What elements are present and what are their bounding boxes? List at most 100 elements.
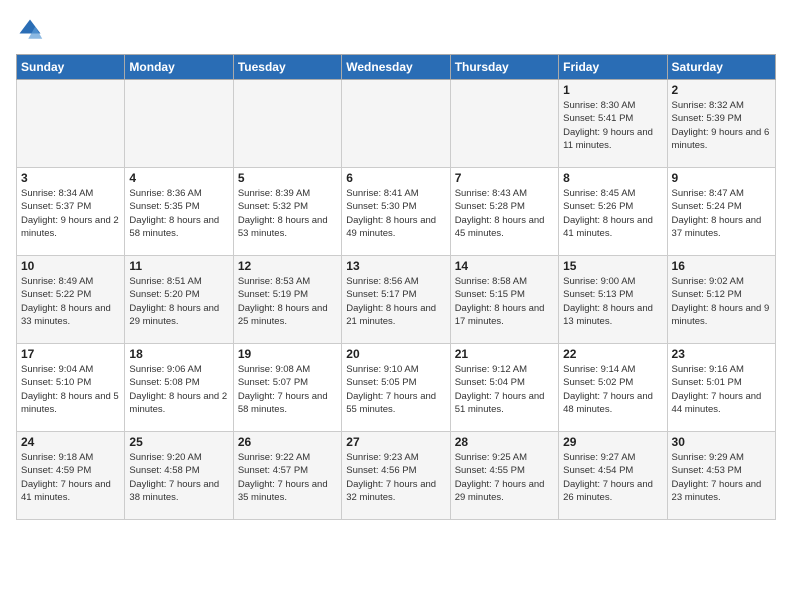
- day-number: 4: [129, 171, 228, 185]
- day-number: 9: [672, 171, 771, 185]
- calendar-cell: 28Sunrise: 9:25 AM Sunset: 4:55 PM Dayli…: [450, 432, 558, 520]
- day-number: 25: [129, 435, 228, 449]
- calendar-cell: 11 Sunrise: 8:51 AM Sunset: 5:20 PM Dayli…: [125, 256, 233, 344]
- header-saturday: Saturday: [667, 55, 775, 80]
- day-info: Sunrise: 8:39 AM Sunset: 5:32 PM Dayligh…: [238, 187, 337, 240]
- day-number: 28: [455, 435, 554, 449]
- calendar-cell: 14 Sunrise: 8:58 AM Sunset: 5:15 PM Dayli…: [450, 256, 558, 344]
- day-info: Sunrise: 9:23 AM Sunset: 4:56 PM Dayligh…: [346, 451, 445, 504]
- day-info: Sunrise: 9:02 AM Sunset: 5:12 PM Dayligh…: [672, 275, 771, 328]
- calendar-week-2: 3 Sunrise: 8:34 AM Sunset: 5:37 PM Daylig…: [17, 168, 776, 256]
- day-info: Sunrise: 9:18 AM Sunset: 4:59 PM Dayligh…: [21, 451, 120, 504]
- calendar-cell: 23 Sunrise: 9:16 AM Sunset: 5:01 PM Dayli…: [667, 344, 775, 432]
- day-number: 24: [21, 435, 120, 449]
- day-number: 3: [21, 171, 120, 185]
- day-info: Sunrise: 9:12 AM Sunset: 5:04 PM Dayligh…: [455, 363, 554, 416]
- calendar-cell: 29Sunrise: 9:27 AM Sunset: 4:54 PM Dayli…: [559, 432, 667, 520]
- calendar-cell: [233, 80, 341, 168]
- day-number: 7: [455, 171, 554, 185]
- day-number: 18: [129, 347, 228, 361]
- calendar-cell: 25Sunrise: 9:20 AM Sunset: 4:58 PM Dayli…: [125, 432, 233, 520]
- calendar-cell: 16 Sunrise: 9:02 AM Sunset: 5:12 PM Dayli…: [667, 256, 775, 344]
- calendar-table: SundayMondayTuesdayWednesdayThursdayFrid…: [16, 54, 776, 520]
- calendar-cell: 17Sunrise: 9:04 AM Sunset: 5:10 PM Dayli…: [17, 344, 125, 432]
- day-info: Sunrise: 8:30 AM Sunset: 5:41 PM Dayligh…: [563, 99, 662, 152]
- calendar-cell: 18 Sunrise: 9:06 AM Sunset: 5:08 PM Dayli…: [125, 344, 233, 432]
- logo: [16, 16, 48, 44]
- day-number: 26: [238, 435, 337, 449]
- day-info: Sunrise: 9:00 AM Sunset: 5:13 PM Dayligh…: [563, 275, 662, 328]
- calendar-cell: [17, 80, 125, 168]
- day-number: 15: [563, 259, 662, 273]
- day-number: 5: [238, 171, 337, 185]
- header-monday: Monday: [125, 55, 233, 80]
- day-info: Sunrise: 8:34 AM Sunset: 5:37 PM Dayligh…: [21, 187, 120, 240]
- day-number: 21: [455, 347, 554, 361]
- day-number: 11: [129, 259, 228, 273]
- day-info: Sunrise: 9:14 AM Sunset: 5:02 PM Dayligh…: [563, 363, 662, 416]
- calendar-cell: 9 Sunrise: 8:47 AM Sunset: 5:24 PM Daylig…: [667, 168, 775, 256]
- day-info: Sunrise: 9:27 AM Sunset: 4:54 PM Dayligh…: [563, 451, 662, 504]
- day-info: Sunrise: 8:36 AM Sunset: 5:35 PM Dayligh…: [129, 187, 228, 240]
- calendar-cell: 12 Sunrise: 8:53 AM Sunset: 5:19 PM Dayli…: [233, 256, 341, 344]
- day-number: 6: [346, 171, 445, 185]
- calendar-week-5: 24 Sunrise: 9:18 AM Sunset: 4:59 PM Dayli…: [17, 432, 776, 520]
- day-info: Sunrise: 8:49 AM Sunset: 5:22 PM Dayligh…: [21, 275, 120, 328]
- day-info: Sunrise: 9:06 AM Sunset: 5:08 PM Dayligh…: [129, 363, 228, 416]
- calendar-cell: 6 Sunrise: 8:41 AM Sunset: 5:30 PM Daylig…: [342, 168, 450, 256]
- day-number: 22: [563, 347, 662, 361]
- day-info: Sunrise: 8:32 AM Sunset: 5:39 PM Dayligh…: [672, 99, 771, 152]
- day-number: 1: [563, 83, 662, 97]
- day-info: Sunrise: 8:45 AM Sunset: 5:26 PM Dayligh…: [563, 187, 662, 240]
- day-number: 2: [672, 83, 771, 97]
- calendar-cell: 20Sunrise: 9:10 AM Sunset: 5:05 PM Dayli…: [342, 344, 450, 432]
- day-info: Sunrise: 8:53 AM Sunset: 5:19 PM Dayligh…: [238, 275, 337, 328]
- header-friday: Friday: [559, 55, 667, 80]
- calendar-cell: [342, 80, 450, 168]
- calendar-cell: 21 Sunrise: 9:12 AM Sunset: 5:04 PM Dayli…: [450, 344, 558, 432]
- calendar-cell: 19 Sunrise: 9:08 AM Sunset: 5:07 PM Dayli…: [233, 344, 341, 432]
- day-info: Sunrise: 8:47 AM Sunset: 5:24 PM Dayligh…: [672, 187, 771, 240]
- day-info: Sunrise: 8:51 AM Sunset: 5:20 PM Dayligh…: [129, 275, 228, 328]
- day-number: 20: [346, 347, 445, 361]
- day-info: Sunrise: 9:08 AM Sunset: 5:07 PM Dayligh…: [238, 363, 337, 416]
- day-number: 30: [672, 435, 771, 449]
- calendar-cell: 30 Sunrise: 9:29 AM Sunset: 4:53 PM Dayli…: [667, 432, 775, 520]
- day-info: Sunrise: 8:41 AM Sunset: 5:30 PM Dayligh…: [346, 187, 445, 240]
- day-number: 12: [238, 259, 337, 273]
- calendar-cell: 8 Sunrise: 8:45 AM Sunset: 5:26 PM Daylig…: [559, 168, 667, 256]
- calendar-cell: 15 Sunrise: 9:00 AM Sunset: 5:13 PM Dayli…: [559, 256, 667, 344]
- calendar-week-1: 1 Sunrise: 8:30 AM Sunset: 5:41 PM Daylig…: [17, 80, 776, 168]
- calendar-week-4: 17Sunrise: 9:04 AM Sunset: 5:10 PM Dayli…: [17, 344, 776, 432]
- calendar-cell: 24 Sunrise: 9:18 AM Sunset: 4:59 PM Dayli…: [17, 432, 125, 520]
- header-sunday: Sunday: [17, 55, 125, 80]
- day-info: Sunrise: 8:56 AM Sunset: 5:17 PM Dayligh…: [346, 275, 445, 328]
- calendar-cell: 1 Sunrise: 8:30 AM Sunset: 5:41 PM Daylig…: [559, 80, 667, 168]
- calendar-cell: [450, 80, 558, 168]
- day-number: 14: [455, 259, 554, 273]
- day-info: Sunrise: 9:16 AM Sunset: 5:01 PM Dayligh…: [672, 363, 771, 416]
- day-number: 16: [672, 259, 771, 273]
- calendar-header-row: SundayMondayTuesdayWednesdayThursdayFrid…: [17, 55, 776, 80]
- calendar-cell: 7Sunrise: 8:43 AM Sunset: 5:28 PM Daylig…: [450, 168, 558, 256]
- header: [16, 16, 776, 44]
- logo-icon: [16, 16, 44, 44]
- day-number: 19: [238, 347, 337, 361]
- calendar-cell: 10 Sunrise: 8:49 AM Sunset: 5:22 PM Dayli…: [17, 256, 125, 344]
- header-tuesday: Tuesday: [233, 55, 341, 80]
- calendar-cell: 5 Sunrise: 8:39 AM Sunset: 5:32 PM Daylig…: [233, 168, 341, 256]
- day-number: 13: [346, 259, 445, 273]
- day-info: Sunrise: 8:58 AM Sunset: 5:15 PM Dayligh…: [455, 275, 554, 328]
- day-number: 23: [672, 347, 771, 361]
- calendar-cell: 26Sunrise: 9:22 AM Sunset: 4:57 PM Dayli…: [233, 432, 341, 520]
- calendar-cell: 3 Sunrise: 8:34 AM Sunset: 5:37 PM Daylig…: [17, 168, 125, 256]
- day-number: 17: [21, 347, 120, 361]
- day-number: 10: [21, 259, 120, 273]
- page: SundayMondayTuesdayWednesdayThursdayFrid…: [0, 0, 792, 532]
- day-info: Sunrise: 9:29 AM Sunset: 4:53 PM Dayligh…: [672, 451, 771, 504]
- calendar-cell: 4 Sunrise: 8:36 AM Sunset: 5:35 PM Daylig…: [125, 168, 233, 256]
- day-number: 8: [563, 171, 662, 185]
- calendar-cell: 2 Sunrise: 8:32 AM Sunset: 5:39 PM Daylig…: [667, 80, 775, 168]
- calendar-cell: 27Sunrise: 9:23 AM Sunset: 4:56 PM Dayli…: [342, 432, 450, 520]
- header-thursday: Thursday: [450, 55, 558, 80]
